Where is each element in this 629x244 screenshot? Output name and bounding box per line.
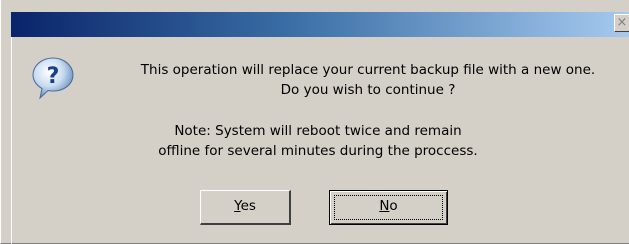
dialog-edge (11, 37, 12, 244)
no-label-rest: o (389, 198, 398, 214)
yes-button-label: Yes (234, 198, 256, 214)
question-icon: ? (32, 57, 74, 100)
title-bar[interactable]: × (11, 12, 629, 37)
note-line-1: Note: System will reboot twice and remai… (174, 123, 462, 139)
note-line-2: offline for several minutes during the p… (158, 143, 478, 159)
confirm-dialog: × ? This operation will replace your cur… (0, 0, 629, 244)
svg-text:?: ? (47, 64, 60, 89)
no-accelerator: N (379, 198, 390, 214)
dialog-note: Note: System will reboot twice and remai… (108, 121, 528, 161)
yes-button[interactable]: Yes (200, 190, 291, 225)
dialog-message: This operation will replace your current… (108, 60, 628, 100)
no-button[interactable]: No (329, 190, 448, 225)
message-line-2: Do you wish to continue ? (280, 82, 456, 98)
yes-label-rest: es (240, 198, 256, 214)
no-button-label: No (379, 198, 397, 214)
close-button[interactable]: × (614, 14, 629, 32)
message-line-1: This operation will replace your current… (140, 62, 596, 78)
close-icon: × (616, 15, 628, 30)
